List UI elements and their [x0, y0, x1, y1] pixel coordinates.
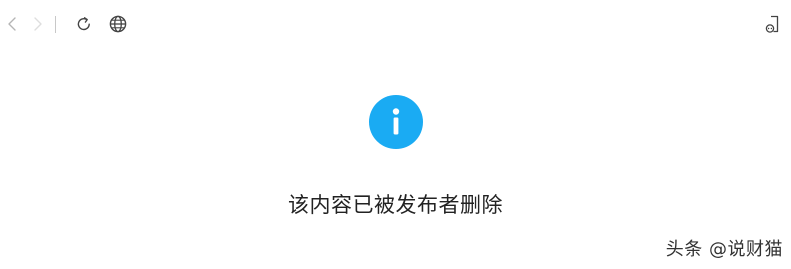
share-icon	[765, 15, 779, 33]
forward-button[interactable]	[26, 12, 50, 36]
toolbar	[0, 0, 791, 48]
forward-icon	[34, 17, 42, 31]
reload-icon	[77, 17, 90, 31]
globe-button[interactable]	[106, 12, 130, 36]
reload-button[interactable]	[72, 12, 96, 36]
share-button[interactable]	[760, 12, 784, 36]
back-icon	[8, 17, 16, 31]
notice-message: 该内容已被发布者删除	[288, 193, 503, 217]
browser-page: 该内容已被发布者删除 头条 @说财猫	[0, 0, 791, 269]
back-button[interactable]	[0, 12, 24, 36]
globe-icon	[109, 15, 127, 33]
deleted-notice	[0, 95, 791, 153]
watermark: 头条 @说财猫	[665, 239, 783, 260]
toolbar-divider	[55, 16, 56, 33]
info-icon	[368, 95, 423, 149]
